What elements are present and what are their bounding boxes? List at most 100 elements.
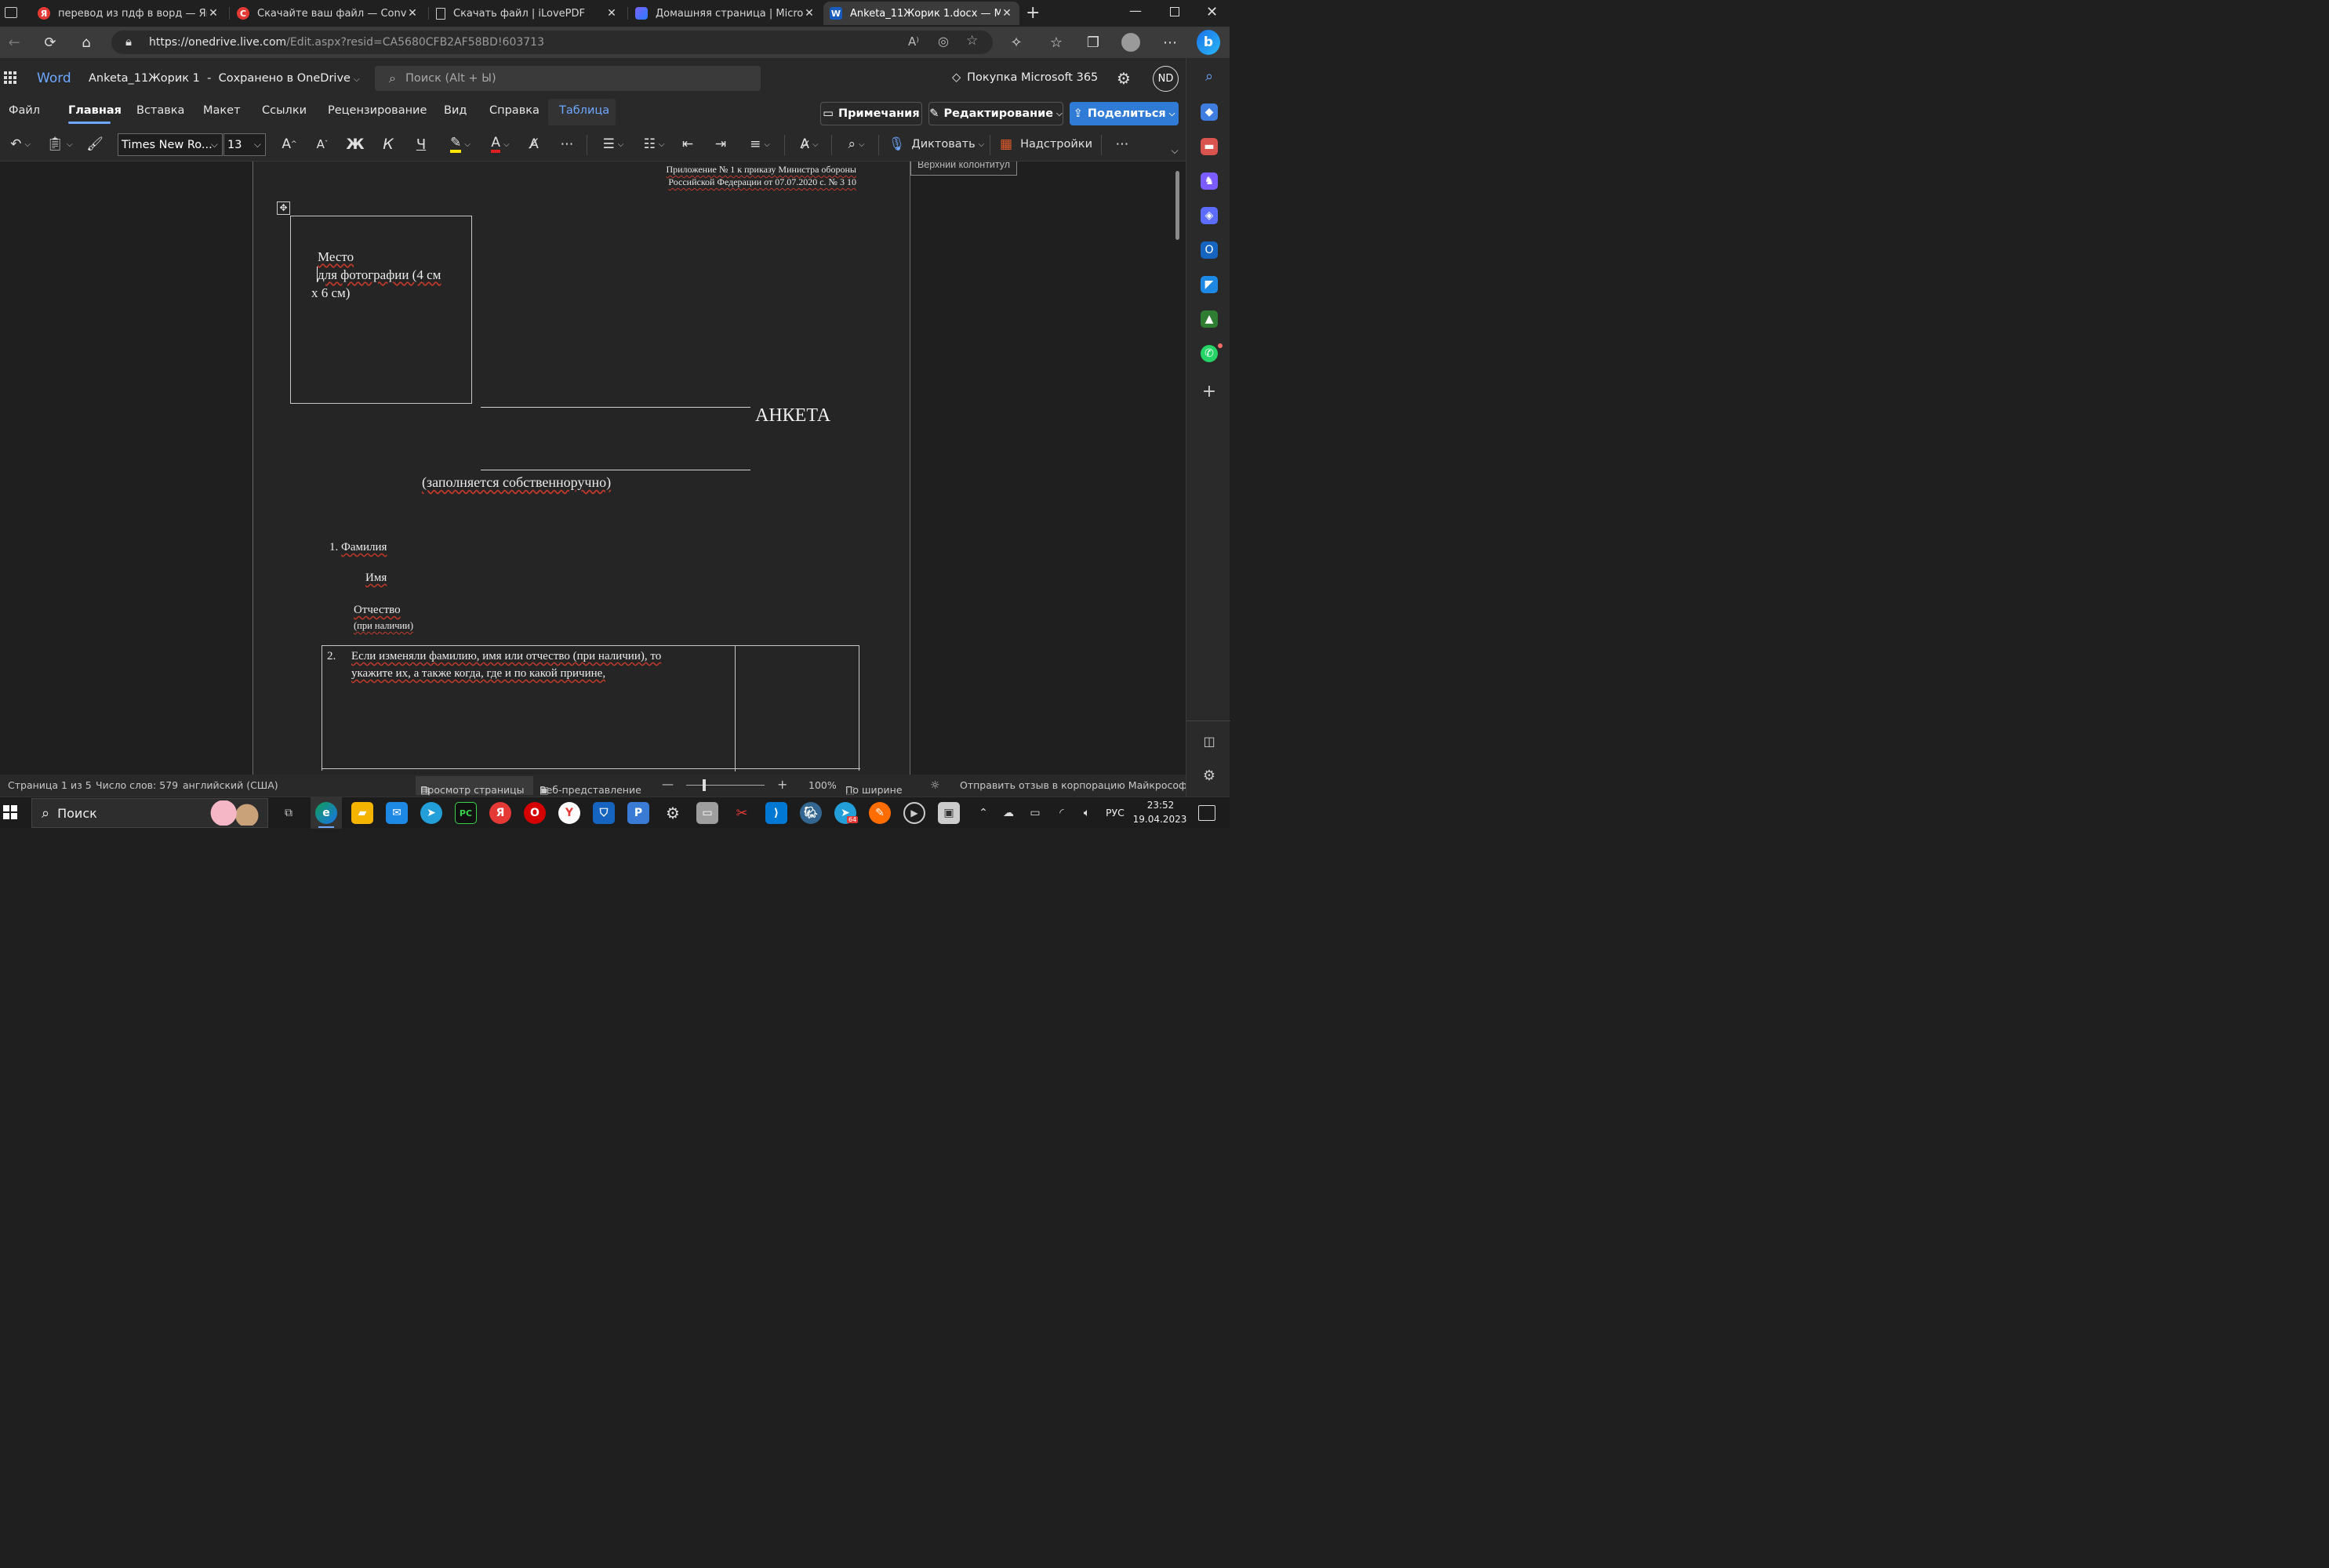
settings-gear-icon[interactable]: ⚙ xyxy=(1117,69,1131,88)
format-painter-icon[interactable]: 🖌︎ xyxy=(85,133,105,155)
sidebar-toggle-icon[interactable]: ◫ xyxy=(1201,732,1218,750)
table-move-handle-icon[interactable]: ✥ xyxy=(277,201,290,215)
tab-help[interactable]: Справка xyxy=(489,104,540,117)
back-icon[interactable]: ← xyxy=(3,31,25,53)
zoom-slider-thumb[interactable] xyxy=(703,779,706,791)
notifications-icon[interactable] xyxy=(1198,805,1215,821)
browser-tab-5-active[interactable]: W Anketa_11Жорик 1.docx — Micr ✕ xyxy=(823,2,1019,25)
defender-icon[interactable]: ⛉ xyxy=(593,802,615,824)
buy-microsoft365-link[interactable]: ◇ Покупка Microsoft 365 xyxy=(952,71,1098,84)
postgres-icon[interactable]: 🐘︎ xyxy=(800,802,822,824)
vscode-icon[interactable]: ⟩ xyxy=(765,802,787,824)
add-favorite-icon[interactable]: ☆ xyxy=(966,33,978,49)
header-label-tag[interactable]: Верхний колонтитул xyxy=(910,162,1017,176)
new-tab-icon[interactable]: + xyxy=(1026,3,1040,23)
tab-home[interactable]: Главная xyxy=(68,104,122,117)
undo-button[interactable]: ↶ ⌵ xyxy=(5,133,36,155)
opera-icon[interactable]: O xyxy=(524,802,546,824)
user-avatar[interactable]: ND xyxy=(1153,66,1179,92)
tab-table[interactable]: Таблица xyxy=(559,104,609,117)
sidebar-whatsapp-icon[interactable]: ✆ xyxy=(1201,345,1218,362)
font-color-button[interactable]: A ⌵ xyxy=(485,133,516,155)
show-hidden-icons[interactable]: ⌃ xyxy=(972,802,994,824)
close-tab-icon[interactable]: ✕ xyxy=(803,7,816,20)
page-count[interactable]: Страница 1 из 5 xyxy=(8,779,92,791)
italic-button[interactable]: К xyxy=(378,133,398,155)
zoom-slider-track[interactable] xyxy=(686,785,765,786)
more-options-icon[interactable]: ⋯ xyxy=(1112,133,1132,155)
p-app-icon[interactable]: P xyxy=(627,802,649,824)
profile-avatar-icon[interactable] xyxy=(1121,33,1140,52)
bullets-button[interactable]: ☰ ⌵ xyxy=(598,133,629,155)
font-size-select[interactable]: 13 ⌵ xyxy=(223,133,266,156)
search-input[interactable]: ⌕ Поиск (Alt + Ы) xyxy=(375,66,761,91)
wifi-icon[interactable]: ◜ xyxy=(1051,802,1073,824)
input-language[interactable]: РУС xyxy=(1106,807,1125,818)
edge-taskbar-icon[interactable]: e xyxy=(315,802,337,824)
grow-font-icon[interactable]: A ^ xyxy=(279,133,300,155)
mail-icon[interactable]: ✉ xyxy=(386,802,408,824)
telegram-icon[interactable]: ➤ xyxy=(420,802,442,824)
scanner-icon[interactable]: ▭ xyxy=(696,802,718,824)
bold-button[interactable]: Ж xyxy=(345,133,365,155)
tab-view[interactable]: Вид xyxy=(444,104,467,117)
restore-icon[interactable] xyxy=(1170,7,1179,16)
editing-mode-button[interactable]: ✎ Редактирование ⌵ xyxy=(928,102,1063,125)
pycharm-icon[interactable]: PC xyxy=(455,802,477,824)
underline-button[interactable]: Ч xyxy=(411,133,431,155)
language-indicator[interactable]: английский (США) xyxy=(183,779,278,791)
addins-button[interactable]: ▦ Надстройки xyxy=(1000,133,1092,155)
word-count[interactable]: Число слов: 579 xyxy=(96,779,178,791)
styles-button[interactable]: A̷ ⌵ xyxy=(794,133,825,155)
document-page[interactable]: Верхний колонтитул Приложение № 1 к прик… xyxy=(253,162,1017,775)
browser-tab-2[interactable]: C Скачайте ваш файл — Convertio ✕ xyxy=(231,2,425,25)
shrink-font-icon[interactable]: Aˇ xyxy=(312,133,332,155)
decrease-indent-icon[interactable]: ⇤ xyxy=(678,133,698,155)
share-button[interactable]: ⇪ Поделиться ⌵ xyxy=(1070,102,1179,125)
find-button[interactable]: ⌕ ⌵ xyxy=(841,133,872,155)
numbering-button[interactable]: ☷ ⌵ xyxy=(638,133,670,155)
favorites-icon[interactable]: ☆ xyxy=(1045,31,1067,53)
comments-button[interactable]: ▭ Примечания xyxy=(820,102,922,125)
collections-icon[interactable]: ❐ xyxy=(1082,31,1104,53)
align-button[interactable]: ≡ ⌵ xyxy=(743,133,776,155)
tab-insert[interactable]: Вставка xyxy=(136,104,184,117)
windows-start-icon[interactable] xyxy=(3,805,17,819)
close-tab-icon[interactable]: ✕ xyxy=(406,7,419,20)
sidebar-add-icon[interactable]: + xyxy=(1201,382,1218,401)
tab-layout[interactable]: Макет xyxy=(203,104,241,117)
close-tab-icon[interactable]: ✕ xyxy=(207,7,220,20)
clear-formatting-icon[interactable]: A̸ xyxy=(524,133,544,155)
close-tab-icon[interactable]: ✕ xyxy=(1001,7,1013,20)
home-icon[interactable]: ⌂ xyxy=(75,31,97,53)
bing-chat-icon[interactable]: b xyxy=(1197,30,1220,55)
yandex-icon[interactable]: Y xyxy=(558,802,580,824)
close-window-icon[interactable]: ✕ xyxy=(1206,4,1218,20)
vertical-scrollbar-thumb[interactable] xyxy=(1175,171,1179,240)
photo-placeholder-box[interactable]: Место для фотографии (4 см х 6 см) xyxy=(290,216,472,404)
sidebar-tools-icon[interactable]: ▬ xyxy=(1201,138,1218,155)
feedback-link[interactable]: Отправить отзыв в корпорацию Майкрософт xyxy=(960,779,1193,791)
sidebar-games-icon[interactable]: ♞ xyxy=(1201,172,1218,190)
browser-tab-3[interactable]: Скачать файл | iLovePDF ✕ xyxy=(430,2,624,25)
tracking-prevention-icon[interactable]: ◎ xyxy=(938,34,949,49)
address-bar[interactable]: 🔒︎ https://onedrive.live.com/Edit.aspx?r… xyxy=(111,31,993,54)
snipping-tool-icon[interactable]: ✂ xyxy=(731,802,753,824)
image-viewer-icon[interactable]: ▣ xyxy=(938,802,960,824)
sidebar-shopping-icon[interactable]: ◆ xyxy=(1201,103,1218,121)
sidebar-search-icon[interactable]: ⌕ xyxy=(1201,67,1218,85)
dictate-button[interactable]: 🎙︎ Диктовать ⌵ xyxy=(888,133,984,155)
item-2-table[interactable]: 2. Если изменяли фамилию, имя или отчест… xyxy=(322,645,860,771)
paste-button[interactable]: 📋︎ ⌵ xyxy=(44,133,75,155)
tab-review[interactable]: Рецензирование xyxy=(328,104,427,117)
refresh-icon[interactable]: ⟳ xyxy=(39,31,61,53)
extensions-icon[interactable]: ✧ xyxy=(1005,31,1027,53)
sidebar-drop-icon[interactable]: ◤ xyxy=(1201,276,1218,293)
tab-actions-icon[interactable] xyxy=(5,7,17,18)
task-view-icon[interactable]: ⧉ xyxy=(278,802,300,824)
sidebar-outlook-icon[interactable]: O xyxy=(1201,241,1218,259)
settings-app-icon[interactable]: ⚙ xyxy=(662,802,684,824)
taskbar-search-box[interactable]: ⌕ Поиск xyxy=(31,798,268,828)
yandex-browser-icon[interactable]: Я xyxy=(489,802,511,824)
close-tab-icon[interactable]: ✕ xyxy=(605,7,618,20)
